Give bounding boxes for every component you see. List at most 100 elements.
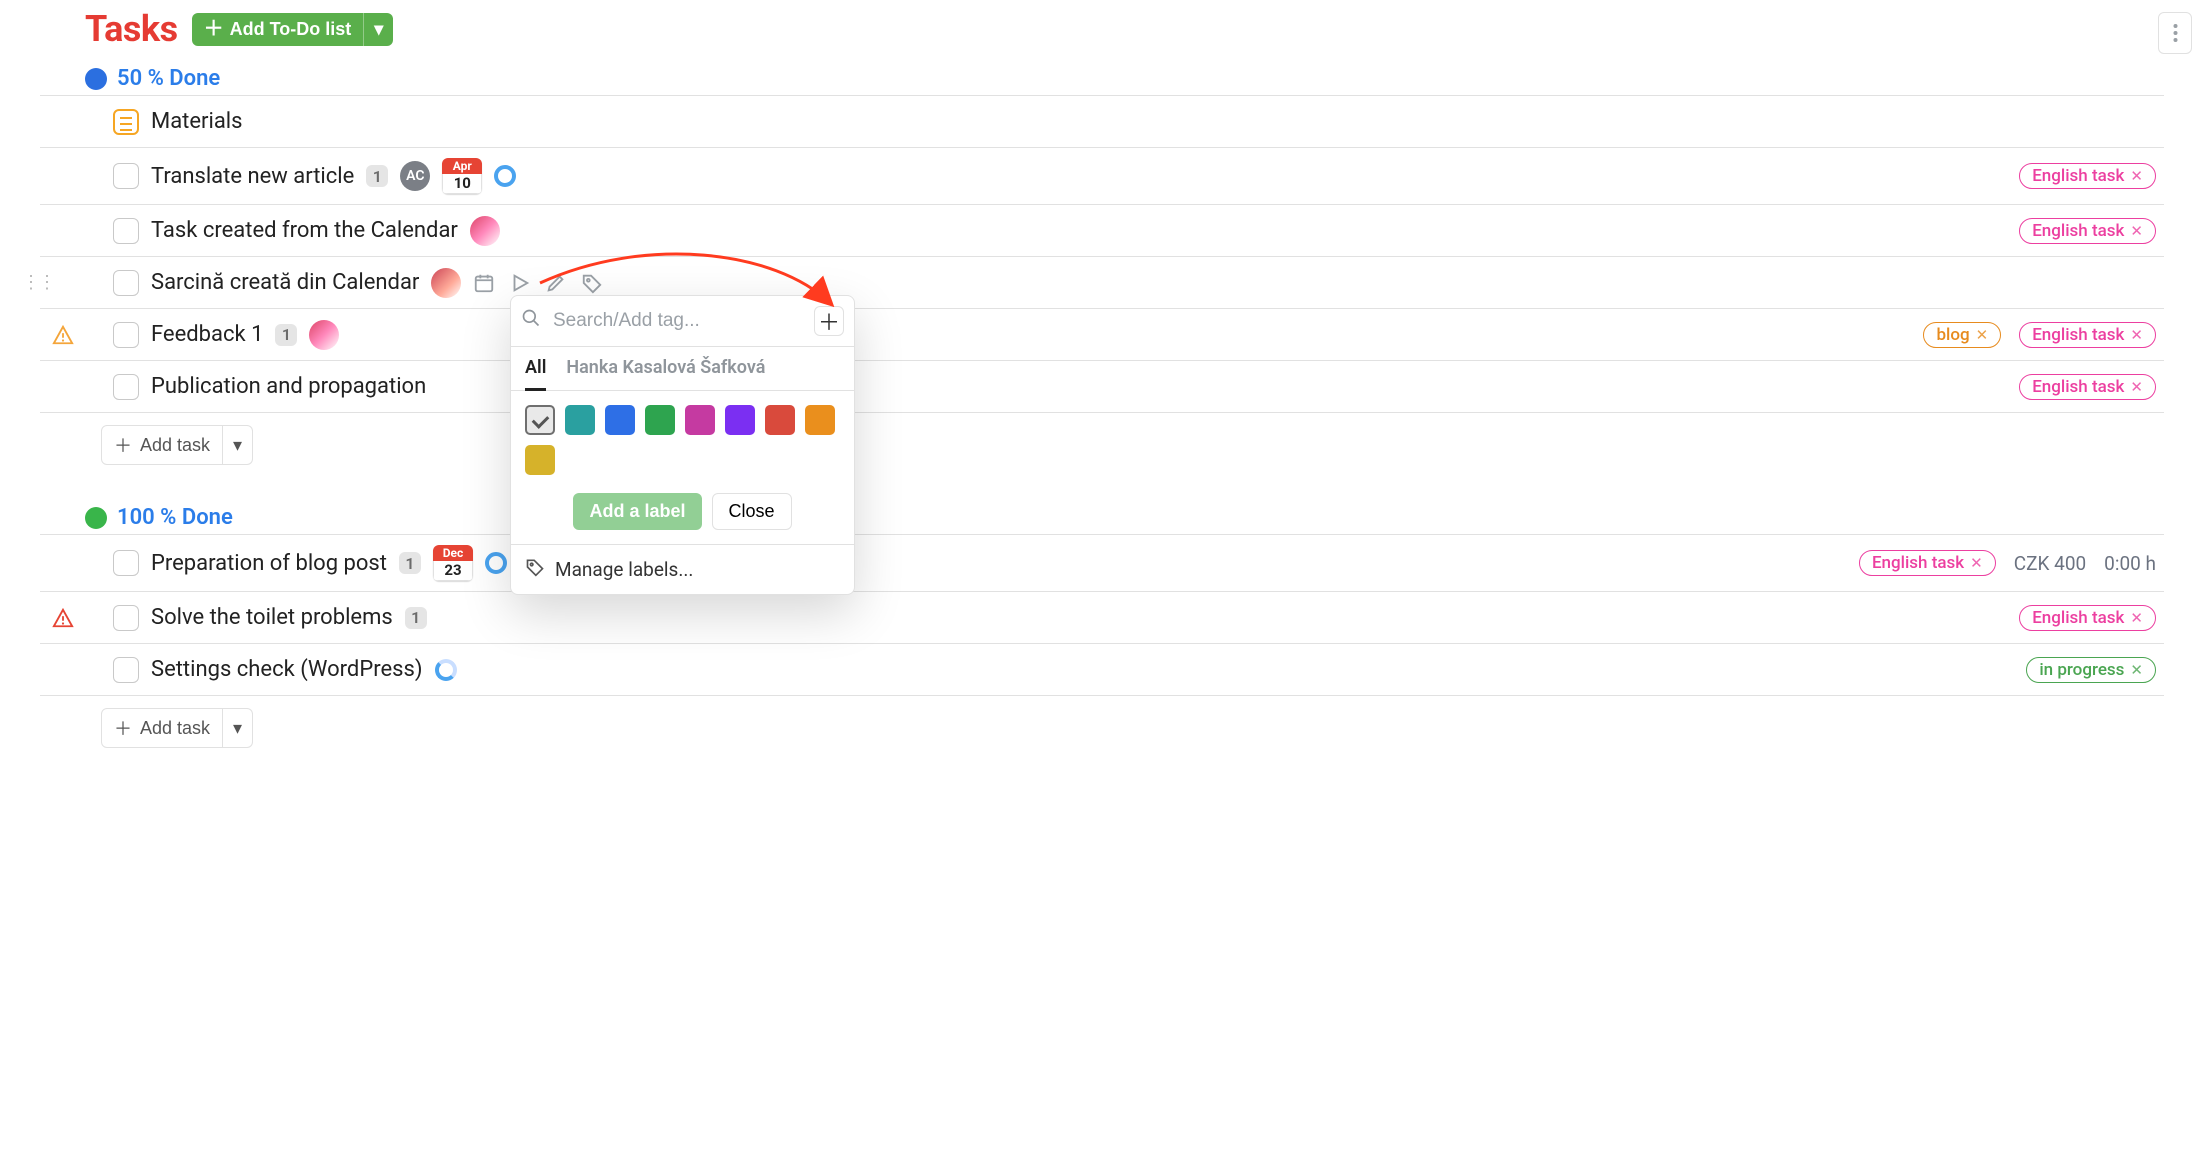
task-checkbox[interactable] (113, 550, 139, 576)
task-row[interactable]: Feedback 1 1 blog✕ English task✕ (40, 309, 2164, 361)
task-title: Task created from the Calendar (151, 218, 458, 243)
remove-label-icon[interactable]: ✕ (2130, 609, 2143, 627)
tag-tab-all[interactable]: All (525, 357, 546, 391)
color-swatch[interactable] (645, 405, 675, 435)
tag-tab-user[interactable]: Hanka Kasalová Šafková (566, 357, 765, 390)
due-month: Dec (433, 545, 473, 561)
manage-labels-label: Manage labels... (555, 558, 693, 581)
label-pill-in-progress[interactable]: in progress✕ (2026, 657, 2156, 683)
label-pill-english[interactable]: English task✕ (2019, 218, 2156, 244)
task-row-active[interactable]: ⋮⋮ Sarcină creată din Calendar (40, 257, 2164, 309)
due-month: Apr (442, 158, 482, 174)
task-checkbox[interactable] (113, 270, 139, 296)
subtask-count-badge: 1 (366, 165, 388, 187)
label-pill-english[interactable]: English task✕ (1859, 550, 1996, 576)
subtask-count-badge: 1 (275, 324, 297, 346)
task-row[interactable]: Translate new article 1 AC Apr 10 Englis… (40, 148, 2164, 205)
section-title: 100 % Done (117, 505, 233, 530)
status-dot-icon (85, 68, 107, 90)
task-title: Sarcină creată din Calendar (151, 270, 419, 295)
task-checkbox[interactable] (113, 163, 139, 189)
pencil-icon[interactable] (545, 272, 567, 294)
color-swatch[interactable] (605, 405, 635, 435)
add-task-dropdown[interactable]: ▾ (223, 708, 253, 748)
task-row[interactable]: Task created from the Calendar English t… (40, 205, 2164, 257)
add-todo-list-dropdown[interactable]: ▾ (363, 13, 393, 46)
assignee-avatar[interactable]: AC (400, 161, 430, 191)
tag-search-input[interactable] (551, 309, 804, 333)
color-swatch[interactable] (525, 445, 555, 475)
status-dot-icon (85, 507, 107, 529)
note-title: Materials (151, 109, 243, 134)
label-pill-english[interactable]: English task✕ (2019, 374, 2156, 400)
assignee-avatar[interactable] (470, 216, 500, 246)
color-swatch[interactable] (685, 405, 715, 435)
color-swatch[interactable] (805, 405, 835, 435)
task-row[interactable]: Preparation of blog post 1 Dec 23 Englis… (40, 535, 2164, 592)
add-task-button[interactable]: ＋ Add task (101, 425, 223, 465)
task-checkbox[interactable] (113, 218, 139, 244)
remove-label-icon[interactable]: ✕ (2130, 222, 2143, 240)
subtask-count-badge: 1 (399, 552, 421, 574)
task-row[interactable]: Publication and propagation English task… (40, 361, 2164, 413)
task-title: Settings check (WordPress) (151, 657, 423, 682)
remove-label-icon[interactable]: ✕ (1970, 554, 1983, 572)
add-label-button[interactable]: Add a label (573, 493, 701, 530)
add-task-label: Add task (140, 718, 210, 739)
remove-label-icon[interactable]: ✕ (2130, 326, 2143, 344)
tag-icon (525, 557, 545, 582)
due-date-chip[interactable]: Dec 23 (433, 545, 473, 581)
add-tag-plus-button[interactable]: ＋ (814, 306, 844, 336)
color-swatch-selected[interactable] (525, 405, 555, 435)
section-header-100[interactable]: 100 % Done (85, 505, 2164, 530)
task-checkbox[interactable] (113, 322, 139, 348)
search-icon (521, 308, 541, 334)
task-title: Solve the toilet problems (151, 605, 393, 630)
assignee-avatar[interactable] (431, 268, 461, 298)
assignee-avatar[interactable] (309, 320, 339, 350)
remove-label-icon[interactable]: ✕ (2130, 378, 2143, 396)
due-date-chip[interactable]: Apr 10 (442, 158, 482, 194)
task-row[interactable]: Settings check (WordPress) in progress✕ (40, 644, 2164, 696)
due-day: 23 (433, 561, 473, 581)
task-title: Feedback 1 (151, 322, 263, 347)
color-swatch[interactable] (565, 405, 595, 435)
remove-label-icon[interactable]: ✕ (2130, 661, 2143, 679)
progress-ring-icon (435, 659, 457, 681)
label-pill-english[interactable]: English task✕ (2019, 322, 2156, 348)
task-row[interactable]: Solve the toilet problems 1 English task… (40, 592, 2164, 644)
drag-handle-icon[interactable]: ⋮⋮ (22, 272, 54, 293)
note-icon (113, 109, 139, 135)
remove-label-icon[interactable]: ✕ (1976, 326, 1989, 344)
progress-ring-icon (485, 552, 507, 574)
color-swatch[interactable] (765, 405, 795, 435)
page-title: Tasks (85, 8, 178, 50)
add-todo-list-button[interactable]: ＋ Add To-Do list (192, 13, 364, 46)
label-pill-english[interactable]: English task✕ (2019, 605, 2156, 631)
plus-icon: ＋ (114, 715, 132, 741)
label-pill-english[interactable]: English task✕ (2019, 163, 2156, 189)
add-todo-list-label: Add To-Do list (230, 19, 352, 40)
task-checkbox[interactable] (113, 374, 139, 400)
progress-ring-icon (494, 165, 516, 187)
tag-popover: ＋ All Hanka Kasalová Šafková Add a label… (510, 295, 855, 595)
more-menu-button[interactable] (2158, 12, 2192, 54)
play-icon[interactable] (509, 272, 531, 294)
color-swatch[interactable] (725, 405, 755, 435)
task-title: Preparation of blog post (151, 551, 387, 576)
caret-down-icon: ▾ (233, 718, 242, 739)
manage-labels-link[interactable]: Manage labels... (511, 544, 854, 594)
close-popover-button[interactable]: Close (712, 493, 792, 530)
due-day: 10 (442, 174, 482, 194)
calendar-icon[interactable] (473, 272, 495, 294)
label-pill-blog[interactable]: blog✕ (1923, 322, 2001, 348)
task-checkbox[interactable] (113, 605, 139, 631)
task-checkbox[interactable] (113, 657, 139, 683)
section-header-50[interactable]: 50 % Done (85, 66, 2164, 91)
tag-icon[interactable] (581, 272, 603, 294)
remove-label-icon[interactable]: ✕ (2130, 167, 2143, 185)
add-task-button[interactable]: ＋ Add task (101, 708, 223, 748)
plus-icon: ＋ (114, 432, 132, 458)
note-row-materials[interactable]: Materials (40, 96, 2164, 148)
add-task-dropdown[interactable]: ▾ (223, 425, 253, 465)
